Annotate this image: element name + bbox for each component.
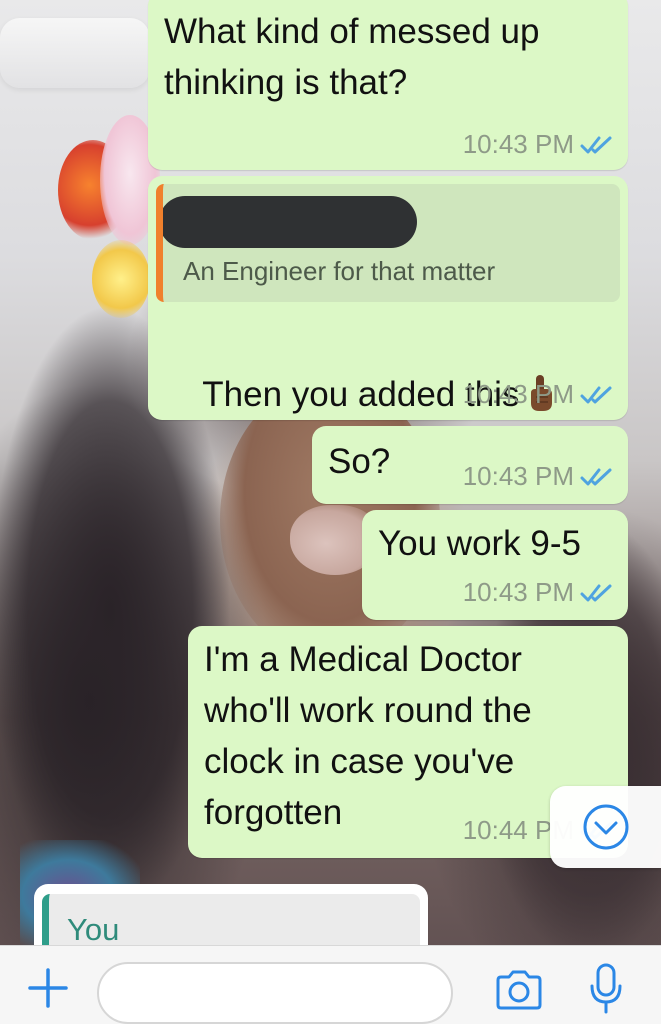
read-ticks-icon	[580, 136, 612, 153]
message-bubble[interactable]: You work 9-5 10:43 PM	[362, 510, 628, 620]
scroll-to-bottom-button[interactable]	[550, 786, 661, 868]
message-meta: 10:43 PM	[463, 129, 614, 160]
quoted-author: You	[67, 912, 120, 947]
microphone-icon[interactable]	[588, 962, 624, 1016]
redacted-author	[163, 196, 417, 248]
message-text: So?	[328, 442, 391, 481]
plus-icon[interactable]	[26, 966, 70, 1010]
message-time: 10:43 PM	[462, 461, 574, 491]
read-ticks-icon	[580, 468, 612, 485]
chevron-down-circle-icon	[583, 804, 628, 850]
quoted-message[interactable]: An Engineer for that matter	[156, 184, 620, 302]
camera-icon[interactable]	[494, 968, 544, 1012]
message-meta: 10:43 PM	[463, 577, 614, 608]
wallpaper-flower-yellow	[92, 240, 150, 318]
message-time: 10:43 PM	[462, 577, 574, 607]
message-bubble[interactable]: What kind of messed up thinking is that?…	[148, 0, 628, 170]
message-text: What kind of messed up thinking is that?	[164, 12, 540, 102]
read-ticks-icon	[580, 386, 612, 403]
message-meta: 10:43 PM	[463, 461, 614, 492]
message-input-bar	[0, 945, 661, 1024]
read-ticks-icon	[580, 584, 612, 601]
message-text: I'm a Medical Doctor who'll work round t…	[204, 640, 532, 832]
quoted-text: An Engineer for that matter	[183, 256, 496, 286]
message-time: 10:43 PM	[462, 379, 574, 409]
message-bubble[interactable]: So? 10:43 PM	[312, 426, 628, 504]
message-input[interactable]	[97, 962, 453, 1024]
wallpaper-light	[0, 18, 150, 88]
message-text: You work 9-5	[378, 524, 581, 563]
message-time: 10:43 PM	[462, 129, 574, 159]
message-bubble[interactable]: An Engineer for that matter Then you add…	[148, 176, 628, 420]
message-meta: 10:43 PM	[463, 379, 614, 410]
